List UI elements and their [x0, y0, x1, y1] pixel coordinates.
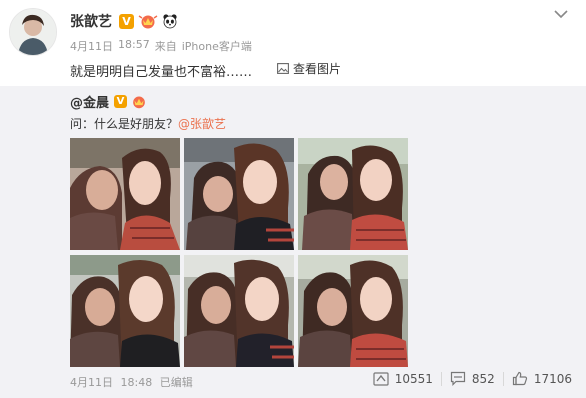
like-icon — [512, 371, 527, 386]
post-username[interactable]: 张歆艺 — [70, 11, 112, 31]
repost-stats: 10551 852 17106 — [373, 371, 572, 386]
photo-2[interactable] — [184, 138, 294, 250]
post-source: iPhone客户端 — [181, 40, 252, 53]
edited-label: 已编辑 — [159, 376, 193, 389]
verified-icon: V — [119, 13, 134, 29]
panda-badge-icon — [163, 14, 177, 29]
post-author-row: 张歆艺 V — [70, 12, 178, 30]
image-icon — [277, 63, 289, 74]
mention-link[interactable]: @张歆艺 — [178, 117, 226, 131]
repost-icon — [373, 372, 389, 386]
chevron-down-icon[interactable] — [553, 8, 569, 20]
view-images-link[interactable]: 查看图片 — [277, 60, 341, 77]
repost-card: @金晨 V 问：什么是好朋友？@张歆艺 4月11日 18:48 已编辑 1055… — [0, 86, 586, 398]
repost-author-row: @金晨 V — [70, 92, 148, 111]
like-count-button[interactable]: 17106 — [512, 371, 572, 386]
repost-time[interactable]: 18:48 — [121, 376, 153, 389]
photo-5[interactable] — [184, 255, 294, 367]
view-images-label: 查看图片 — [293, 62, 342, 76]
comment-icon — [450, 371, 466, 386]
post-time[interactable]: 18:57 — [118, 38, 150, 54]
repost-verified-icon: V — [114, 94, 128, 108]
repost-text-prefix: 问：什么是好朋友？ — [70, 117, 179, 131]
post-source-prefix: 来自 — [154, 40, 177, 53]
repost-meta: 4月11日 18:48 已编辑 — [70, 374, 197, 390]
repost-username[interactable]: @金晨 — [70, 92, 109, 111]
photo-4[interactable] — [70, 255, 180, 367]
comment-count-button[interactable]: 852 — [450, 371, 495, 386]
crown-badge-icon — [138, 15, 158, 29]
post-text: 就是明明自己发量也不富裕…… — [70, 65, 253, 80]
photo-1[interactable] — [70, 138, 180, 250]
photo-grid — [70, 138, 408, 367]
like-count: 17106 — [533, 371, 572, 386]
avatar[interactable] — [9, 8, 57, 56]
repost-date[interactable]: 4月11日 — [70, 376, 113, 389]
repost-count-button[interactable]: 10551 — [373, 371, 433, 386]
repost-crown-badge-icon — [133, 96, 145, 108]
photo-6[interactable] — [298, 255, 408, 367]
repost-count: 10551 — [394, 371, 433, 386]
repost-text: 问：什么是好朋友？@张歆艺 — [70, 115, 226, 132]
photo-3[interactable] — [298, 138, 408, 250]
comment-count: 852 — [471, 371, 495, 386]
post-meta: 4月11日 18:57 来自 iPhone客户端 — [70, 38, 252, 54]
post-date[interactable]: 4月11日 — [70, 38, 113, 54]
stats-divider — [440, 371, 442, 386]
stats-divider — [502, 371, 504, 386]
repost-footer: 4月11日 18:48 已编辑 10551 852 17106 — [0, 366, 586, 398]
